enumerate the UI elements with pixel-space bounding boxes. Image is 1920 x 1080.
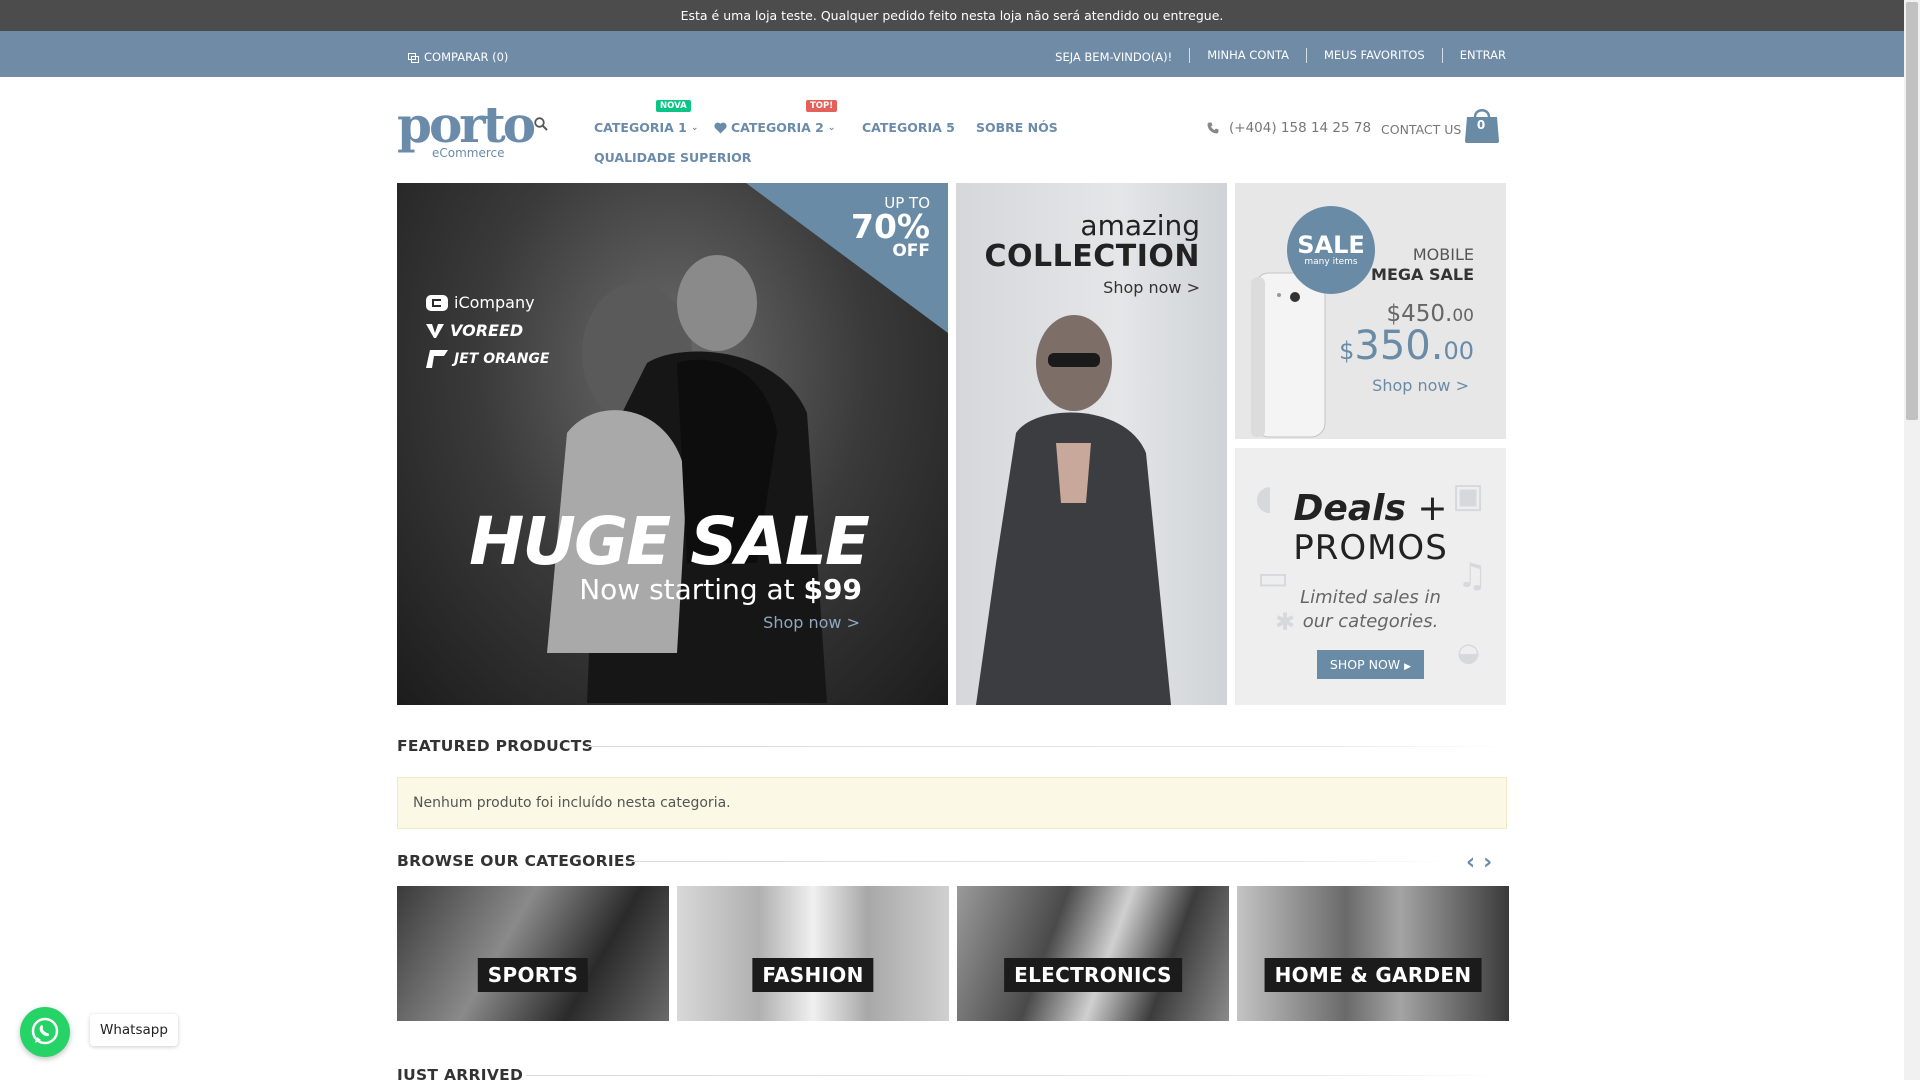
promos-title: PROMOS <box>1293 528 1448 568</box>
my-account-link[interactable]: MINHA CONTA <box>1189 47 1306 63</box>
porto-logo[interactable]: porto eCommerce <box>397 95 536 163</box>
brand-icompany: iCompany <box>426 289 549 317</box>
logo-subtitle: eCommerce <box>432 146 505 160</box>
jet-orange-logo-icon <box>426 350 448 368</box>
mega-sale-text: MEGA SALE <box>1371 265 1474 284</box>
section-divider <box>588 746 1508 747</box>
chevron-down-icon: ⌄ <box>690 122 699 133</box>
nav-label: CATEGORIA 2 <box>731 120 824 135</box>
login-link[interactable]: ENTRAR <box>1441 47 1506 63</box>
deals-title: Deals + <box>1293 488 1448 529</box>
category-label: ELECTRONICS <box>1004 958 1182 992</box>
top-bar: COMPARAR (0) SEJA BEM-VINDO(A)! MINHA CO… <box>0 31 1904 77</box>
scrollbar-thumb[interactable] <box>1906 2 1918 420</box>
shop-now-link[interactable]: Shop now > <box>1372 376 1469 395</box>
new-badge: NOVA <box>656 100 691 112</box>
whatsapp-button[interactable] <box>20 1007 70 1057</box>
phone-number: (+404) 158 14 25 78 <box>1207 120 1371 136</box>
discount-percent: 70% <box>851 207 930 246</box>
nav-sobre-nos[interactable]: SOBRE NÓS <box>976 120 1058 135</box>
shop-now-link[interactable]: Shop now > <box>1103 278 1200 297</box>
category-label: FASHION <box>752 958 874 992</box>
deals-promos-banner[interactable]: ◖ ▣ ▭ ♫ ✱ ◒ Deals + PROMOS Limited sales… <box>1235 448 1506 705</box>
featured-products-title: FEATURED PRODUCTS <box>397 737 594 755</box>
collection-banner[interactable]: amazing COLLECTION Shop now > <box>956 183 1227 705</box>
voreed-logo-icon <box>426 324 444 338</box>
category-home-garden[interactable]: HOME & GARDEN <box>1237 886 1509 1021</box>
search-icon[interactable] <box>534 117 548 131</box>
nav-qualidade-superior[interactable]: QUALIDADE SUPERIOR <box>594 150 751 165</box>
sale-badge: SALE many items <box>1287 206 1375 294</box>
huge-sale-headline: HUGE SALE <box>469 503 870 580</box>
chevron-down-icon: ⌄ <box>827 122 836 133</box>
category-electronics[interactable]: ELECTRONICS <box>957 886 1229 1021</box>
caret-right-icon: ▶ <box>1404 662 1412 672</box>
brand-list: iCompany VOREED JET ORANGE <box>426 289 549 373</box>
woman-sunglasses-photo <box>976 315 1171 705</box>
shop-now-link[interactable]: Shop now > <box>763 613 860 632</box>
cart-count: 0 <box>1476 118 1486 132</box>
phone-text: (+404) 158 14 25 78 <box>1229 120 1372 136</box>
logo-word: porto <box>397 95 536 154</box>
cart-button[interactable]: 0 <box>1465 105 1501 143</box>
carousel-arrows: ‹ › <box>1466 850 1492 875</box>
test-store-notice: Esta é uma loja teste. Qualquer pedido f… <box>0 0 1904 31</box>
new-price: $350.00 <box>1339 323 1474 369</box>
chevron-right-icon[interactable]: › <box>1483 850 1492 875</box>
mobile-text: MOBILE <box>1412 245 1474 264</box>
welcome-text: SEJA BEM-VINDO(A)! <box>1055 50 1173 64</box>
huge-sale-banner[interactable]: UP TO 70% OFF iCompany VOREED JET ORANGE… <box>397 183 948 705</box>
category-fashion[interactable]: FASHION <box>677 886 949 1021</box>
brand-jet-orange: JET ORANGE <box>426 345 549 373</box>
nav-categoria-1[interactable]: CATEGORIA 1 ⌄ NOVA <box>594 100 699 135</box>
phone-icon <box>1207 122 1219 134</box>
whatsapp-icon <box>31 1017 59 1045</box>
smartphone-photo <box>1251 272 1326 438</box>
nav-label: QUALIDADE SUPERIOR <box>594 150 752 165</box>
shop-now-button[interactable]: SHOP NOW ▶ <box>1317 650 1424 679</box>
account-links: SEJA BEM-VINDO(A)! MINHA CONTA MEUS FAVO… <box>1038 45 1506 65</box>
compare-icon <box>408 52 419 63</box>
page-scrollbar[interactable] <box>1904 0 1920 1080</box>
site-header: porto eCommerce CATEGORIA 1 ⌄ NOVA CATEGO… <box>397 77 1508 183</box>
empty-products-notice: Nenhum produto foi incluído nesta catego… <box>397 777 1507 829</box>
deals-description: Limited sales in our categories. <box>1300 587 1441 632</box>
mobile-mega-sale-banner[interactable]: SALE many items MOBILE MEGA SALE $450.00… <box>1235 183 1506 439</box>
sale-text: SALE <box>1297 231 1365 259</box>
top-badge: TOP! <box>806 100 838 112</box>
starting-price: $99 <box>803 573 862 606</box>
starting-price-text: Now starting at $99 <box>579 573 862 606</box>
nav-label: CATEGORIA 5 <box>862 120 955 135</box>
whatsapp-label[interactable]: Whatsapp <box>90 1014 178 1046</box>
brand-voreed: VOREED <box>426 317 549 345</box>
section-divider <box>626 861 1454 862</box>
browse-categories-title: BROWSE OUR CATEGORIES <box>397 852 637 870</box>
icompany-logo-icon <box>426 295 448 311</box>
collection-text: COLLECTION <box>984 239 1200 274</box>
heart-icon <box>714 122 727 133</box>
amazing-text: amazing <box>1080 209 1200 242</box>
category-label: HOME & GARDEN <box>1264 958 1482 992</box>
ball-icon: ◒ <box>1457 638 1480 668</box>
nav-categoria-5[interactable]: CATEGORIA 5 <box>862 120 955 135</box>
nav-label: CATEGORIA 1 <box>594 120 687 135</box>
discount-label: UP TO 70% OFF <box>851 195 930 260</box>
category-label: SPORTS <box>477 958 589 992</box>
favorites-link[interactable]: MEUS FAVORITOS <box>1305 47 1442 63</box>
just-arrived-title: JUST ARRIVED <box>397 1066 524 1080</box>
nav-label: SOBRE NÓS <box>976 120 1058 135</box>
nav-categoria-2[interactable]: CATEGORIA 2 ⌄ TOP! <box>714 100 838 135</box>
chevron-left-icon[interactable]: ‹ <box>1466 850 1475 875</box>
category-sports[interactable]: SPORTS <box>397 886 669 1021</box>
section-divider <box>526 1075 1506 1076</box>
contact-us-link[interactable]: CONTACT US <box>1381 122 1461 137</box>
